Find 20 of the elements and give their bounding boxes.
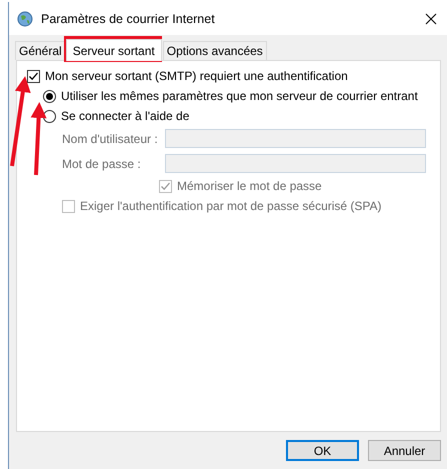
input-field[interactable] [165, 129, 426, 148]
radio-label: Se connecter à l'aide de [61, 109, 190, 123]
radio-button[interactable] [43, 110, 56, 122]
checkbox[interactable] [27, 70, 40, 82]
checkbox-label: Mémoriser le mot de passe [177, 179, 322, 193]
globe-icon [17, 10, 33, 26]
radio-button[interactable] [43, 90, 56, 102]
dialog-button[interactable]: Annuler [368, 440, 441, 461]
input-field[interactable] [165, 154, 426, 173]
checkbox-label: Exiger l'authentification par mot de passe sécurisé (SPA) [80, 199, 382, 213]
dialog-button[interactable]: OK [286, 440, 359, 461]
tab[interactable]: Options avancées [162, 41, 267, 60]
tab[interactable]: Serveur sortant [66, 39, 162, 61]
checkbox-label: Mon serveur sortant (SMTP) requiert une authentification [45, 69, 348, 83]
field-label: Nom d'utilisateur : [62, 132, 159, 146]
field-label: Mot de passe : [62, 156, 142, 170]
tab[interactable]: Général [15, 41, 66, 60]
close-icon[interactable] [425, 12, 437, 24]
radio-label: Utiliser les mêmes paramètres que mon serveur de courrier entrant [61, 89, 418, 103]
window-title: Paramètres de courrier Internet [41, 12, 216, 26]
